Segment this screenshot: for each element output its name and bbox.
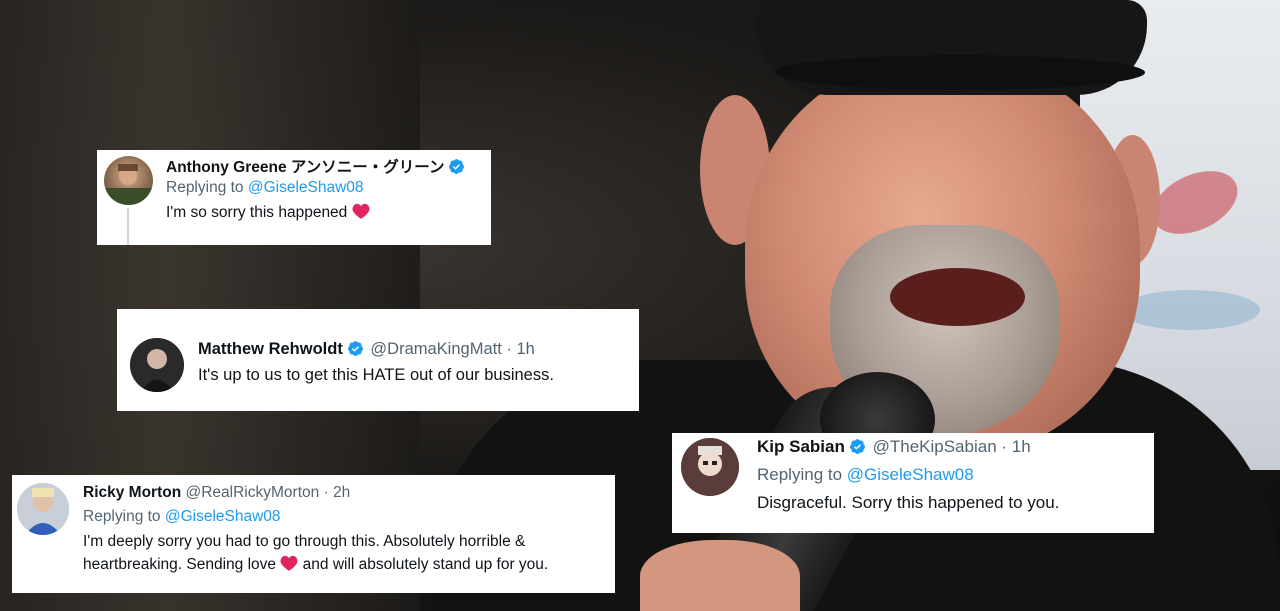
avatar[interactable] bbox=[130, 338, 184, 392]
tweet-card-ricky-morton[interactable]: Ricky Morton @RealRickyMorton · 2h Reply… bbox=[12, 475, 615, 593]
verified-badge-icon bbox=[449, 159, 465, 174]
heart-icon bbox=[280, 555, 298, 571]
tweet-author-handle[interactable]: @DramaKingMatt bbox=[370, 340, 501, 358]
tweet-author-name[interactable]: Matthew Rehwoldt bbox=[198, 340, 343, 358]
avatar-person-icon bbox=[130, 338, 184, 392]
verified-badge-icon bbox=[849, 439, 865, 454]
tweet-timestamp[interactable]: · 1h bbox=[506, 340, 534, 358]
tweet-author-handle[interactable]: @TheKipSabian bbox=[873, 437, 997, 456]
tweet-text-line: It's up to us to get this HATE out of ou… bbox=[198, 366, 554, 384]
avatar[interactable] bbox=[104, 156, 153, 205]
tweet-author-name[interactable]: Ricky Morton bbox=[83, 484, 181, 501]
heart-icon bbox=[352, 203, 370, 219]
tweet-timestamp[interactable]: · 2h bbox=[324, 484, 351, 501]
avatar-person-icon bbox=[681, 438, 739, 496]
avatar[interactable] bbox=[681, 438, 739, 496]
person-hand bbox=[640, 540, 800, 611]
tweet-text-line: I'm deeply sorry you had to go through t… bbox=[83, 533, 526, 550]
tweet-card-matthew-rehwoldt[interactable]: Matthew Rehwoldt @DramaKingMatt · 1h It'… bbox=[117, 309, 639, 411]
tweet-text: It's up to us to get this HATE out of ou… bbox=[198, 366, 554, 385]
tweet-card-anthony-greene[interactable]: Anthony Greene アンソニー・グリーン Replying to @G… bbox=[97, 150, 491, 245]
tweet-author-name[interactable]: Kip Sabian bbox=[757, 437, 845, 456]
banner-logo-shape bbox=[1120, 290, 1260, 330]
tweet-author-name[interactable]: Anthony Greene アンソニー・グリーン bbox=[166, 159, 444, 176]
reply-context: Replying to @GiseleShaw08 bbox=[166, 179, 364, 197]
tweet-text-line: Disgraceful. Sorry this happened to you. bbox=[757, 493, 1060, 512]
reply-mention-link[interactable]: @GiseleShaw08 bbox=[165, 508, 281, 525]
tweet-timestamp[interactable]: · 1h bbox=[1001, 437, 1030, 456]
reply-prefix: Replying to bbox=[166, 179, 244, 196]
tweet-text-line: I'm so sorry this happened bbox=[166, 204, 348, 221]
person-cap-brim bbox=[775, 55, 1145, 90]
tweet-text-line: and will absolutely stand up for you. bbox=[302, 556, 549, 573]
tweet-text-line: heartbreaking. Sending love and will abs… bbox=[83, 555, 548, 574]
reply-context: Replying to @GiseleShaw08 bbox=[757, 465, 974, 485]
person-mouth bbox=[890, 268, 1025, 326]
tweet-author-handle[interactable]: @RealRickyMorton bbox=[186, 484, 320, 501]
reply-context: Replying to @GiseleShaw08 bbox=[83, 508, 281, 526]
tweet-card-kip-sabian[interactable]: Kip Sabian @TheKipSabian · 1h Replying t… bbox=[672, 433, 1154, 533]
reply-mention-link[interactable]: @GiseleShaw08 bbox=[847, 465, 974, 484]
reply-prefix: Replying to bbox=[83, 508, 161, 525]
reply-mention-link[interactable]: @GiseleShaw08 bbox=[248, 179, 364, 196]
tweet-text-line: I'm deeply sorry you had to go through t… bbox=[83, 533, 525, 551]
reply-prefix: Replying to bbox=[757, 465, 843, 484]
tweet-text: I'm so sorry this happened bbox=[166, 203, 370, 222]
verified-badge-icon bbox=[347, 341, 363, 356]
tweet-text-line: heartbreaking. Sending love bbox=[83, 556, 277, 573]
tweet-text: Disgraceful. Sorry this happened to you. bbox=[757, 493, 1059, 513]
thread-line bbox=[127, 208, 129, 245]
avatar-person-icon bbox=[104, 164, 153, 205]
avatar-person-icon bbox=[17, 483, 69, 535]
avatar[interactable] bbox=[17, 483, 69, 535]
